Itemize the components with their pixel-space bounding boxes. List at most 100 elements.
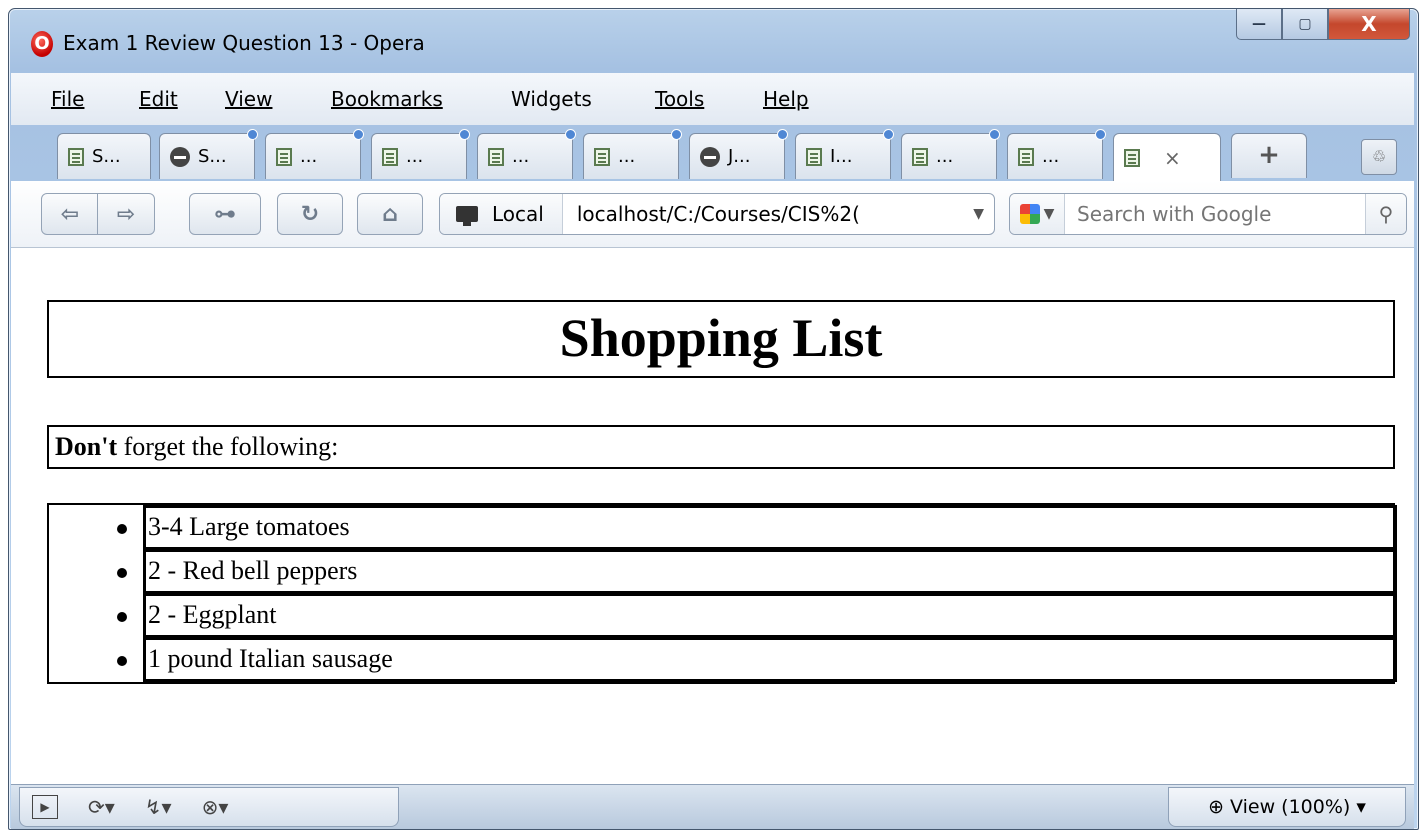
reload-button[interactable]: ↻	[277, 193, 343, 235]
back-button[interactable]: ⇦	[41, 193, 99, 235]
page-icon	[1124, 148, 1140, 167]
address-bar[interactable]: Local localhost/C:/Courses/CIS%2( ▼	[439, 193, 995, 235]
tab-4[interactable]: ...	[371, 129, 470, 179]
menu-help[interactable]: Help	[763, 87, 809, 111]
unread-dot-icon	[247, 129, 258, 140]
tab-10[interactable]: ...	[1007, 129, 1106, 179]
bullet-icon	[117, 568, 127, 578]
unread-dot-icon	[989, 129, 1000, 140]
page-icon	[68, 147, 84, 166]
new-tab-button[interactable]: +	[1231, 133, 1307, 178]
menu-view[interactable]: View	[225, 87, 272, 111]
chevron-down-icon: ▼	[1043, 206, 1055, 222]
tab-label: J...	[728, 146, 751, 167]
zoom-control[interactable]: ⊕ View (100%) ▾	[1168, 787, 1406, 827]
tab-close-icon[interactable]: ×	[1164, 146, 1181, 170]
bullet-icon	[117, 656, 127, 666]
tab-1[interactable]: S...	[57, 133, 151, 179]
unread-dot-icon	[1095, 129, 1106, 140]
list-item: 2 - Red bell peppers	[143, 549, 1397, 594]
note-paragraph: Don't forget the following:	[47, 425, 1395, 469]
chevron-down-icon: ▾	[1350, 796, 1366, 818]
page-icon	[382, 147, 398, 166]
bullet-icon	[117, 524, 127, 534]
unread-dot-icon	[353, 129, 364, 140]
status-bar: ▶ ⟳▾ ↯▾ ⊗▾ ⊕ View (100%) ▾	[11, 784, 1414, 829]
unite-icon[interactable]: ⊗▾	[202, 795, 229, 819]
browser-window: O Exam 1 Review Question 13 - Opera — ▢ …	[8, 8, 1419, 830]
home-button[interactable]: ⌂	[357, 193, 423, 235]
tab-label: ...	[1042, 146, 1060, 167]
unread-dot-icon	[671, 129, 682, 140]
key-icon[interactable]: ⊶	[189, 193, 261, 235]
status-tools: ▶ ⟳▾ ↯▾ ⊗▾	[19, 787, 399, 827]
menu-bookmarks[interactable]: Bookmarks	[331, 87, 443, 111]
page-icon	[912, 147, 928, 166]
menu-widgets[interactable]: Widgets	[511, 87, 592, 111]
address-input[interactable]: localhost/C:/Courses/CIS%2(	[563, 202, 963, 226]
window-title: Exam 1 Review Question 13 - Opera	[63, 31, 425, 55]
search-engine-selector[interactable]: ▼	[1010, 194, 1065, 234]
list-item: 1 pound Italian sausage	[143, 637, 1397, 682]
tab-label: I...	[830, 146, 853, 167]
list-item: 3-4 Large tomatoes	[143, 505, 1397, 550]
page-icon	[594, 147, 610, 166]
unread-dot-icon	[777, 129, 788, 140]
opera-dots-icon	[700, 146, 720, 167]
search-box: ▼ ⚲	[1009, 193, 1407, 235]
forward-button[interactable]: ⇨	[97, 193, 155, 235]
tab-active[interactable]: ×	[1113, 133, 1221, 181]
tab-9[interactable]: ...	[901, 129, 1000, 179]
navigation-bar: ⇦ ⇨ ⊶ ↻ ⌂ Local localhost/C:/Courses/CIS…	[11, 181, 1414, 248]
tab-3[interactable]: ...	[265, 129, 364, 179]
tab-8[interactable]: I...	[795, 129, 894, 179]
note-text: forget the following:	[117, 432, 339, 461]
unread-dot-icon	[459, 129, 470, 140]
page-title: Shopping List	[47, 300, 1395, 378]
page-icon	[276, 147, 292, 166]
tab-bar: S... S... ... ... ... ... J... I... ... …	[11, 125, 1414, 181]
tab-5[interactable]: ...	[477, 129, 576, 179]
unread-dot-icon	[883, 129, 894, 140]
page-icon	[806, 147, 822, 166]
tab-6[interactable]: ...	[583, 129, 682, 179]
note-emphasis: Don't	[55, 432, 118, 461]
page-icon	[1018, 147, 1034, 166]
tab-7[interactable]: J...	[689, 129, 788, 179]
search-input[interactable]	[1065, 201, 1365, 227]
sync-icon[interactable]: ⟳▾	[88, 795, 115, 819]
tab-label: ...	[300, 146, 318, 167]
menu-tools[interactable]: Tools	[655, 87, 704, 111]
zoom-label: View (100%)	[1230, 796, 1351, 818]
monitor-icon	[456, 206, 478, 226]
title-bar: O Exam 1 Review Question 13 - Opera — ▢ …	[9, 9, 1418, 73]
tab-label: S...	[92, 146, 121, 167]
chevron-down-icon[interactable]: ▼	[963, 206, 994, 222]
maximize-button[interactable]: ▢	[1282, 9, 1328, 40]
menu-edit[interactable]: Edit	[139, 87, 178, 111]
list-item: 2 - Eggplant	[143, 593, 1397, 638]
site-badge-label: Local	[492, 202, 544, 226]
opera-dots-icon	[170, 146, 190, 167]
opera-logo-icon: O	[31, 31, 53, 57]
tab-label: ...	[406, 146, 424, 167]
site-badge[interactable]: Local	[440, 194, 563, 234]
bullet-icon	[117, 612, 127, 622]
tab-label: ...	[512, 146, 530, 167]
trash-icon[interactable]: ♲	[1361, 139, 1397, 175]
tab-label: S...	[198, 146, 227, 167]
unread-dot-icon	[565, 129, 576, 140]
panel-toggle-icon[interactable]: ▶	[32, 795, 58, 819]
tab-label: ...	[618, 146, 636, 167]
minimize-button[interactable]: —	[1236, 9, 1282, 40]
shopping-list: 3-4 Large tomatoes 2 - Red bell peppers …	[47, 503, 1397, 684]
turbo-icon[interactable]: ↯▾	[145, 795, 172, 819]
menu-bar: File Edit View Bookmarks Widgets Tools H…	[11, 73, 1414, 125]
search-icon[interactable]: ⚲	[1365, 194, 1406, 234]
tab-2[interactable]: S...	[159, 129, 258, 179]
page-icon	[488, 147, 504, 166]
zoom-icon: ⊕	[1208, 796, 1231, 818]
close-button[interactable]: X	[1328, 9, 1410, 40]
menu-file[interactable]: File	[51, 87, 84, 111]
page-content: Shopping List Don't forget the following…	[11, 248, 1414, 784]
